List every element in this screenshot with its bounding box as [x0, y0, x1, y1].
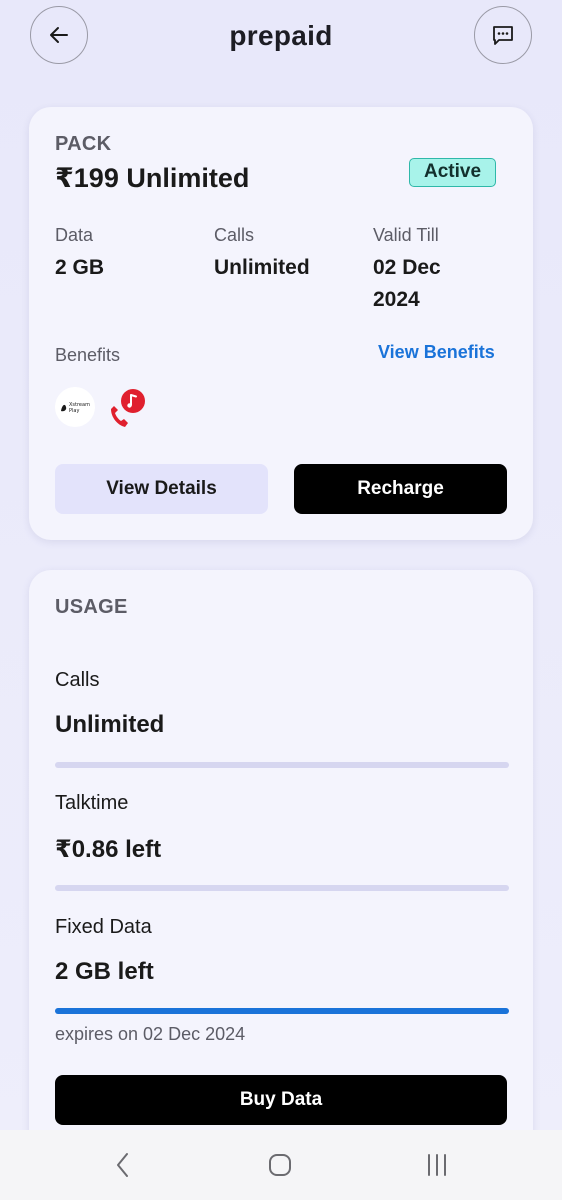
header: prepaid [0, 0, 562, 80]
calls-usage-value: Unlimited [55, 711, 165, 738]
usage-section-label: USAGE [55, 596, 128, 618]
music-call-icon[interactable] [107, 387, 147, 427]
valid-till-label: Valid Till [373, 225, 439, 245]
calls-progress-bar [55, 762, 509, 768]
pack-section-label: PACK [55, 133, 112, 155]
valid-till-value-line1: 02 Dec [373, 256, 441, 279]
talktime-usage-value: ₹0.86 left [55, 836, 162, 863]
data-stat-value: 2 GB [55, 256, 105, 279]
calls-usage-label: Calls [55, 669, 100, 691]
usage-card: USAGE Calls Unlimited Talktime ₹0.86 lef… [29, 570, 533, 1170]
calls-stat-label: Calls [214, 225, 255, 245]
calls-stat-value: Unlimited [214, 256, 310, 279]
fixed-data-usage-label: Fixed Data [55, 916, 152, 938]
fixed-data-usage-value: 2 GB left [55, 958, 154, 985]
view-benefits-link[interactable]: View Benefits [378, 342, 495, 363]
xstream-logo-subtext: Play [69, 408, 79, 414]
status-badge: Active [409, 158, 496, 187]
xstream-play-icon[interactable]: Xstream Play [55, 387, 95, 427]
benefits-label: Benefits [55, 345, 121, 365]
nav-recents-icon[interactable] [417, 1148, 457, 1182]
pack-name: ₹199 Unlimited [55, 163, 250, 193]
system-navigation-bar [0, 1130, 562, 1200]
fixed-data-progress-fill [55, 1008, 509, 1014]
expires-text: expires on 02 Dec 2024 [55, 1024, 246, 1044]
chat-bubble-icon [493, 26, 513, 45]
talktime-progress-bar [55, 885, 509, 891]
pack-card: PACK ₹199 Unlimited Active Data 2 GB Cal… [29, 107, 533, 540]
valid-till-value-line2: 2024 [373, 288, 420, 311]
data-stat-label: Data [55, 225, 94, 245]
fixed-data-progress-bar [55, 1008, 509, 1014]
nav-back-icon[interactable] [103, 1148, 143, 1182]
view-details-button[interactable]: View Details [55, 464, 268, 514]
chat-button[interactable] [474, 6, 532, 64]
talktime-usage-label: Talktime [55, 792, 129, 814]
nav-home-icon[interactable] [260, 1148, 300, 1182]
recharge-button[interactable]: Recharge [294, 464, 507, 514]
buy-data-button[interactable]: Buy Data [55, 1075, 507, 1125]
